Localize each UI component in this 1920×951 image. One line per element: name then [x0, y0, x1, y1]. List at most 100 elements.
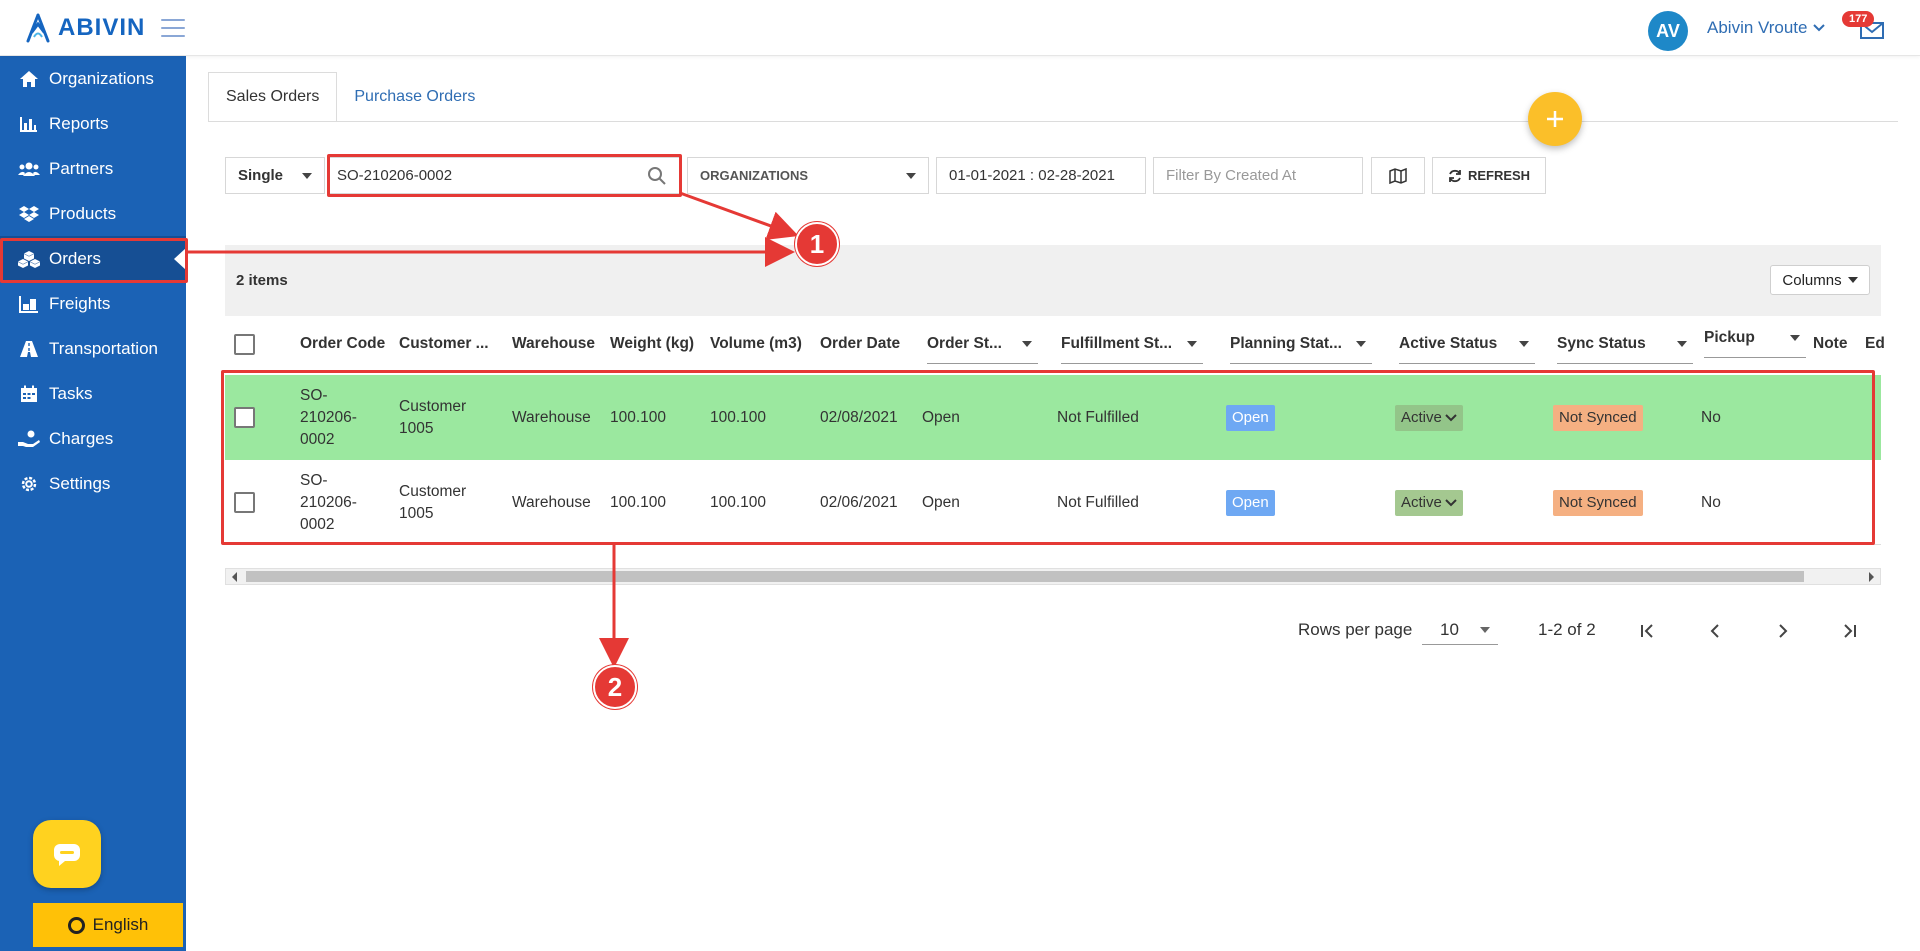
col-order-status-label: Order St...	[927, 334, 1002, 352]
sidebar-item-charges[interactable]: Charges	[0, 416, 186, 461]
cell-active: Active	[1395, 460, 1463, 545]
sidebar-item-partners[interactable]: Partners	[0, 146, 186, 191]
chevron-down-icon	[1445, 413, 1457, 421]
col-fulfillment-status[interactable]: Fulfillment St...	[1061, 324, 1203, 364]
add-order-button[interactable]	[1528, 92, 1582, 146]
refresh-button[interactable]: REFRESH	[1432, 157, 1546, 194]
gear-icon	[18, 473, 40, 495]
col-warehouse[interactable]: Warehouse	[512, 316, 595, 372]
sidebar-item-label: Orders	[49, 248, 101, 268]
row-checkbox[interactable]	[234, 492, 255, 513]
sidebar-item-tasks[interactable]: Tasks	[0, 371, 186, 416]
cell-customer: Customer 1005	[399, 375, 466, 460]
tab-sales-orders[interactable]: Sales Orders	[208, 72, 338, 122]
select-all-checkbox[interactable]	[234, 333, 255, 355]
abivin-logo-icon	[26, 13, 50, 43]
select-all-cell	[234, 316, 255, 372]
col-order-date[interactable]: Order Date	[820, 316, 900, 372]
pallet-icon	[18, 293, 40, 315]
active-status-dropdown[interactable]: Active	[1395, 404, 1463, 431]
scroll-right-icon[interactable]	[1869, 572, 1874, 582]
col-customer[interactable]: Customer ...	[399, 316, 489, 372]
home-icon	[18, 68, 40, 90]
caret-down-icon	[1847, 277, 1858, 283]
cell-fulfillment: Not Fulfilled	[1057, 408, 1139, 426]
col-active-status[interactable]: Active Status	[1399, 324, 1535, 364]
created-at-filter[interactable]: Filter By Created At	[1153, 157, 1363, 194]
dropbox-icon	[18, 203, 40, 225]
brand-logo[interactable]: ABIVIN	[22, 12, 145, 44]
cell-order-code: SO- 210206- 0002	[300, 460, 357, 545]
sidebar-item-organizations[interactable]: Organizations	[0, 56, 186, 101]
col-edit[interactable]: Ed	[1865, 316, 1885, 372]
rows-per-page-label: Rows per page	[1298, 620, 1413, 639]
search-mode-value: Single	[238, 167, 284, 184]
horizontal-scrollbar[interactable]	[225, 568, 1881, 585]
sidebar-item-orders[interactable]: Orders	[0, 236, 186, 281]
caret-down-icon	[1790, 334, 1800, 341]
refresh-label: REFRESH	[1467, 168, 1531, 183]
pagination-range: 1-2 of 2	[1538, 620, 1596, 639]
tab-bar: Sales Orders Purchase Orders	[208, 72, 492, 122]
sidebar-item-settings[interactable]: Settings	[0, 461, 186, 506]
columns-button[interactable]: Columns	[1770, 265, 1870, 295]
previous-page-icon[interactable]	[1702, 618, 1728, 644]
sidebar-item-reports[interactable]: Reports	[0, 101, 186, 146]
search-mode-select[interactable]: Single	[225, 157, 325, 194]
col-planning-status[interactable]: Planning Stat...	[1230, 324, 1372, 364]
active-status-label: Active	[1401, 493, 1442, 511]
sidebar-item-transportation[interactable]: Transportation	[0, 326, 186, 371]
next-page-icon[interactable]	[1770, 618, 1796, 644]
row-select-cell	[234, 460, 255, 545]
organizations-select[interactable]: ORGANIZATIONS	[687, 157, 929, 194]
row-checkbox[interactable]	[234, 407, 255, 428]
sidebar-item-freights[interactable]: Freights	[0, 281, 186, 326]
caret-down-icon	[1677, 340, 1687, 347]
col-order-code[interactable]: Order Code	[300, 316, 385, 372]
chat-button[interactable]	[33, 820, 101, 888]
language-button[interactable]: English	[33, 903, 183, 947]
last-page-icon[interactable]	[1837, 618, 1863, 644]
search-input[interactable]: SO-210206-0002	[329, 157, 680, 194]
sidebar-item-label: Charges	[49, 428, 114, 448]
sidebar-nav: Organizations Reports Partners Products …	[0, 56, 186, 506]
col-volume[interactable]: Volume (m3)	[710, 316, 802, 372]
bar-chart-icon	[18, 113, 40, 135]
col-sync-status[interactable]: Sync Status	[1557, 324, 1693, 364]
planning-status-badge: Open	[1226, 404, 1275, 431]
cell-order-status: Open	[922, 493, 960, 511]
rows-per-page-select[interactable]: 10	[1422, 615, 1498, 645]
customer-part: 1005	[399, 419, 434, 437]
date-range-picker[interactable]: 01-01-2021 : 02-28-2021	[936, 157, 1146, 194]
scrollbar-thumb[interactable]	[246, 571, 1804, 582]
search-icon[interactable]	[647, 166, 667, 186]
menu-toggle-icon[interactable]	[161, 19, 185, 37]
sidebar-item-label: Products	[49, 203, 117, 223]
cell-sync: Not Synced	[1553, 375, 1643, 460]
notification-badge: 177	[1842, 11, 1875, 27]
language-label: English	[92, 915, 149, 934]
col-pickup[interactable]: Pickup	[1704, 318, 1806, 358]
col-note[interactable]: Note	[1813, 316, 1847, 372]
cell-customer: Customer 1005	[399, 460, 466, 545]
cell-planning: Open	[1226, 460, 1275, 545]
avatar[interactable]: AV	[1648, 11, 1688, 51]
rows-per-page-value: 10	[1440, 619, 1459, 639]
active-status-dropdown[interactable]: Active	[1395, 489, 1463, 516]
col-fulfillment-status-label: Fulfillment St...	[1061, 334, 1173, 352]
sidebar-item-products[interactable]: Products	[0, 191, 186, 236]
col-order-status[interactable]: Order St...	[927, 324, 1038, 364]
table-row[interactable]: SO- 210206- 0002 Customer 1005 Warehouse…	[225, 460, 1881, 545]
scroll-left-icon[interactable]	[232, 572, 237, 582]
col-weight[interactable]: Weight (kg)	[610, 316, 694, 372]
user-menu[interactable]: Abivin Vroute	[1707, 18, 1826, 38]
sidebar-item-label: Transportation	[49, 338, 158, 358]
tab-purchase-orders[interactable]: Purchase Orders	[337, 72, 492, 122]
table-row[interactable]: SO- 210206- 0002 Customer 1005 Warehouse…	[225, 375, 1881, 460]
order-code-part: SO-	[300, 471, 328, 489]
first-page-icon[interactable]	[1634, 618, 1660, 644]
cell-weight: 100.100	[610, 493, 667, 511]
map-view-button[interactable]	[1371, 157, 1425, 194]
columns-label: Columns	[1782, 271, 1842, 289]
road-icon	[18, 338, 40, 360]
